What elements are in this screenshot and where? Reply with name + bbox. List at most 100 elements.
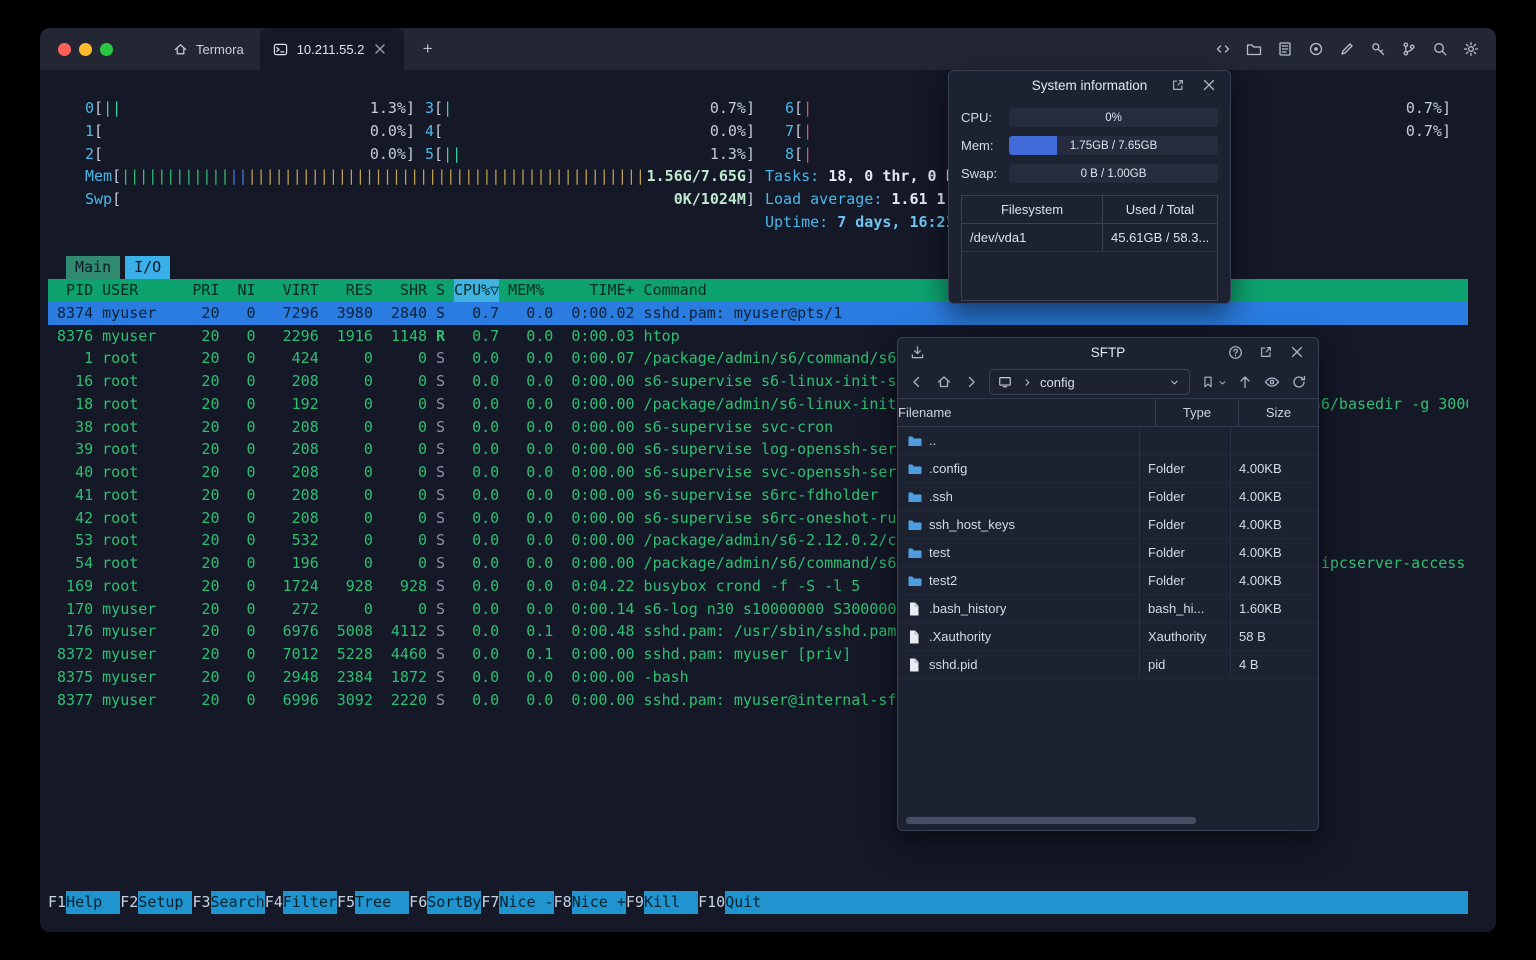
file-row[interactable]: .config Folder 4.00KB xyxy=(898,455,1318,483)
chevron-right-icon xyxy=(1018,373,1036,391)
home-button[interactable] xyxy=(935,373,953,391)
fn-key-F8[interactable]: F8 Nice + xyxy=(554,891,626,914)
tab-session-active[interactable]: 10.211.55.2 xyxy=(259,28,404,70)
chevron-down-icon[interactable] xyxy=(1165,373,1183,391)
column-header-type[interactable]: Type xyxy=(1155,399,1238,426)
column-header-MEM[interactable]: MEM% xyxy=(508,279,553,302)
htop-tab-io[interactable]: I/O xyxy=(125,256,171,279)
path-breadcrumb[interactable]: config xyxy=(989,369,1190,395)
fn-key-F3[interactable]: F3 Search xyxy=(192,891,265,914)
path-segment[interactable]: config xyxy=(1040,375,1075,390)
column-header-SHR[interactable]: SHR xyxy=(382,279,427,302)
process-row[interactable]: 8374 myuser 20 0 7296 3980 2840 S 0.7 0.0 0:00.02 s… xyxy=(48,301,1468,325)
record-icon[interactable] xyxy=(1307,40,1325,58)
fn-key-F10[interactable]: F10 Quit xyxy=(698,891,780,914)
back-button[interactable] xyxy=(908,373,926,391)
cpu-progress: 0% xyxy=(1009,108,1218,127)
new-tab-button[interactable]: + xyxy=(416,39,440,59)
search-icon[interactable] xyxy=(1431,40,1449,58)
column-header-VIRT[interactable]: VIRT xyxy=(265,279,319,302)
column-header-filename[interactable]: Filename xyxy=(898,399,1155,426)
folder-icon xyxy=(906,573,922,589)
mem-progress-fill xyxy=(1009,136,1058,155)
bookmark-button[interactable] xyxy=(1199,373,1227,391)
open-in-window-icon[interactable] xyxy=(1257,343,1275,361)
edit-icon[interactable] xyxy=(1338,40,1356,58)
log-icon[interactable] xyxy=(1276,40,1294,58)
help-icon[interactable] xyxy=(1226,343,1244,361)
sftp-panel: SFTP config Filename Type Size .. .confi… xyxy=(897,337,1319,831)
column-header-size[interactable]: Size xyxy=(1238,399,1318,426)
zoom-window-button[interactable] xyxy=(100,42,113,56)
column-header-NI[interactable]: NI xyxy=(228,279,256,302)
open-in-window-icon[interactable] xyxy=(1169,76,1187,94)
fn-key-F4[interactable]: F4 Filter xyxy=(265,891,337,914)
folder-icon xyxy=(906,461,922,477)
file-table: .. .config Folder 4.00KB .ssh Folder 4.00KB ssh… xyxy=(898,427,1318,679)
branch-icon[interactable] xyxy=(1400,40,1418,58)
column-header-USER[interactable]: USER xyxy=(102,279,183,302)
app-window: Termora 10.211.55.2 + 0[|| 1.3%] 3[| 0.7%] 6… xyxy=(40,28,1496,932)
filesystem-table-header: Filesystem Used / Total xyxy=(962,196,1217,224)
column-header-PRI[interactable]: PRI xyxy=(192,279,219,302)
settings-icon[interactable] xyxy=(1462,40,1480,58)
function-bar-fill xyxy=(779,891,1468,914)
file-row[interactable]: ssh_host_keys Folder 4.00KB xyxy=(898,511,1318,539)
tab-termora-home[interactable]: Termora xyxy=(157,28,258,70)
fn-key-F9[interactable]: F9 Kill xyxy=(626,891,699,914)
cpu-meter-2: 2[0.0%] xyxy=(85,144,415,163)
folder-icon xyxy=(906,545,922,561)
column-header-TIME+[interactable]: TIME+ xyxy=(562,279,634,302)
column-header-PID[interactable]: PID xyxy=(48,279,93,302)
up-directory-button[interactable] xyxy=(1236,373,1254,391)
sftp-title-bar: SFTP xyxy=(898,338,1318,366)
file-icon xyxy=(906,601,922,617)
fn-key-F5[interactable]: F5 Tree xyxy=(337,891,410,914)
swap-line: Swp[0K/1024M] Load average:1.61 1.08 0.6… xyxy=(40,188,1496,211)
fn-key-F6[interactable]: F6 SortBy xyxy=(409,891,482,914)
refresh-button[interactable] xyxy=(1290,373,1308,391)
swap-meter: Swp[0K/1024M] xyxy=(85,190,755,208)
fn-key-F7[interactable]: F7 Nice - xyxy=(481,891,554,914)
horizontal-scrollbar[interactable] xyxy=(906,817,1310,824)
file-row[interactable]: .. xyxy=(898,427,1318,455)
code-icon[interactable] xyxy=(1214,40,1232,58)
close-icon[interactable] xyxy=(1200,76,1218,94)
minimize-window-button[interactable] xyxy=(79,42,92,56)
column-header-S[interactable]: S xyxy=(436,279,445,302)
filesystem-row[interactable]: /dev/vda1 45.61GB / 58.3... xyxy=(962,224,1217,252)
system-information-panel: System information CPU: 0% Mem: 1.75GB /… xyxy=(948,70,1231,304)
show-hidden-files-button[interactable] xyxy=(1263,373,1281,391)
file-row[interactable]: test Folder 4.00KB xyxy=(898,539,1318,567)
file-icon xyxy=(906,629,922,645)
fn-key-F2[interactable]: F2 Setup xyxy=(120,891,193,914)
file-row[interactable]: .ssh Folder 4.00KB xyxy=(898,483,1318,511)
download-icon[interactable] xyxy=(908,343,926,361)
close-icon[interactable] xyxy=(1288,343,1306,361)
swap-progress: 0 B / 1.00GB xyxy=(1009,164,1218,183)
scrollbar-thumb[interactable] xyxy=(906,817,1196,824)
close-window-button[interactable] xyxy=(58,42,71,56)
htop-tab-main[interactable]: Main xyxy=(66,256,121,279)
file-row[interactable]: .Xauthority Xauthority 58 B xyxy=(898,623,1318,651)
column-header-CPU[interactable]: CPU%▽ xyxy=(454,279,499,302)
file-row[interactable]: test2 Folder 4.00KB xyxy=(898,567,1318,595)
fn-key-F1[interactable]: F1 Help xyxy=(48,891,121,914)
folder-icon[interactable] xyxy=(1245,40,1263,58)
key-icon[interactable] xyxy=(1369,40,1387,58)
forward-button[interactable] xyxy=(962,373,980,391)
home-tab-label: Termora xyxy=(196,41,244,57)
system-information-title-bar: System information xyxy=(949,71,1230,99)
cpu-meters: 0[|| 1.3%] 3[| 0.7%] 6[| 0.7%] 1[0.0%] 4[0.0%] 7… xyxy=(40,97,1496,165)
file-row[interactable]: sshd.pid pid 4 B xyxy=(898,651,1318,679)
close-tab-icon[interactable] xyxy=(375,44,386,54)
memory-progress: 1.75GB / 7.65GB xyxy=(1009,136,1218,155)
column-header-RES[interactable]: RES xyxy=(328,279,373,302)
folder-icon xyxy=(906,433,922,449)
file-row[interactable]: .bash_history bash_hi... 1.60KB xyxy=(898,595,1318,623)
traffic-lights xyxy=(58,42,113,56)
memory-usage-row: Mem: 1.75GB / 7.65GB xyxy=(961,136,1218,155)
cpu-meter-3: 3[| 0.7%] xyxy=(425,99,755,117)
cpu-meter-1: 1[0.0%] xyxy=(85,121,415,140)
